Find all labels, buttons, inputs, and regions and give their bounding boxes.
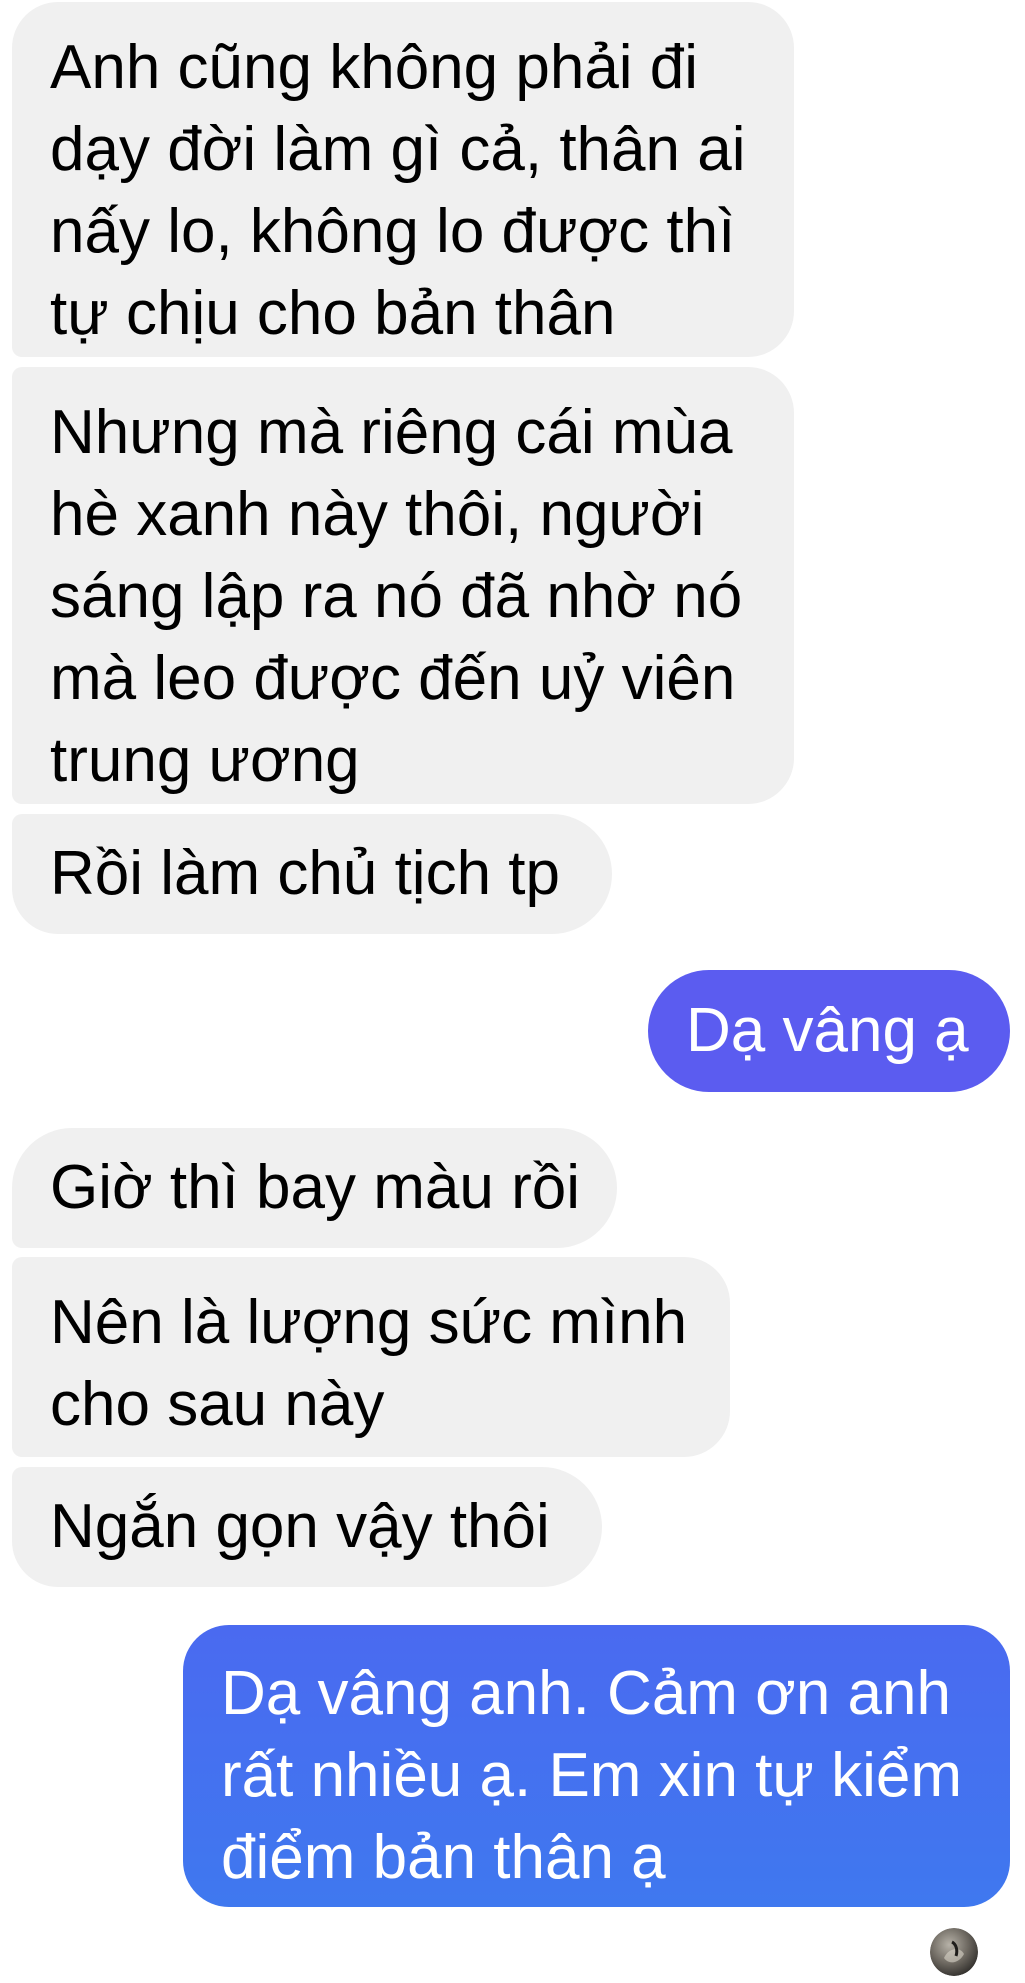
message-text-line: rất nhiều ạ. Em xin tự kiểm [221,1741,963,1810]
message-text-line: mà leo được đến uỷ viên [50,644,736,713]
avatar-image [930,1928,978,1976]
outgoing-message-bubble[interactable]: Dạ vâng anh. Cảm ơn anh rất nhiều ạ. Em … [183,1625,1010,1907]
message-text-line: Ngắn gọn vậy thôi [50,1492,550,1561]
incoming-message-bubble[interactable]: Rồi làm chủ tịch tp [12,814,612,934]
incoming-message-bubble[interactable]: Giờ thì bay màu rồi [12,1128,617,1248]
message-text-line: sáng lập ra nó đã nhờ nó [50,562,743,631]
message-text-line: nấy lo, không lo được thì [50,197,736,266]
incoming-message-bubble[interactable]: Ngắn gọn vậy thôi [12,1467,602,1587]
message-text-line: điểm bản thân ạ [221,1823,666,1892]
message-text-line: Giờ thì bay màu rồi [50,1153,580,1222]
message-text-line: hè xanh này thôi, người [50,480,705,549]
conversation-screen: { "conversation": { "messages": [ { "sen… [0,0,1025,1983]
incoming-message-bubble[interactable]: Nên là lượng sức mình cho sau này [12,1257,730,1457]
outgoing-message-bubble[interactable]: Dạ vâng ạ [648,970,1010,1092]
user-avatar-icon[interactable] [930,1928,978,1976]
message-text-line: Nên là lượng sức mình [50,1288,688,1357]
incoming-message-bubble[interactable]: Anh cũng không phải đi dạy đời làm gì cả… [12,2,794,357]
incoming-message-bubble[interactable]: Nhưng mà riêng cái mùa hè xanh này thôi,… [12,367,794,804]
message-text-line: Rồi làm chủ tịch tp [50,839,560,908]
message-text-line: tự chịu cho bản thân [50,279,616,348]
message-text-line: dạy đời làm gì cả, thân ai [50,115,746,184]
message-text-line: Dạ vâng ạ [686,996,969,1065]
message-text-line: Dạ vâng anh. Cảm ơn anh [221,1659,951,1728]
message-text-line: Nhưng mà riêng cái mùa [50,398,733,467]
message-text-line: Anh cũng không phải đi [50,33,699,102]
message-text-line: cho sau này [50,1370,385,1439]
message-text-line: trung ương [50,726,360,795]
